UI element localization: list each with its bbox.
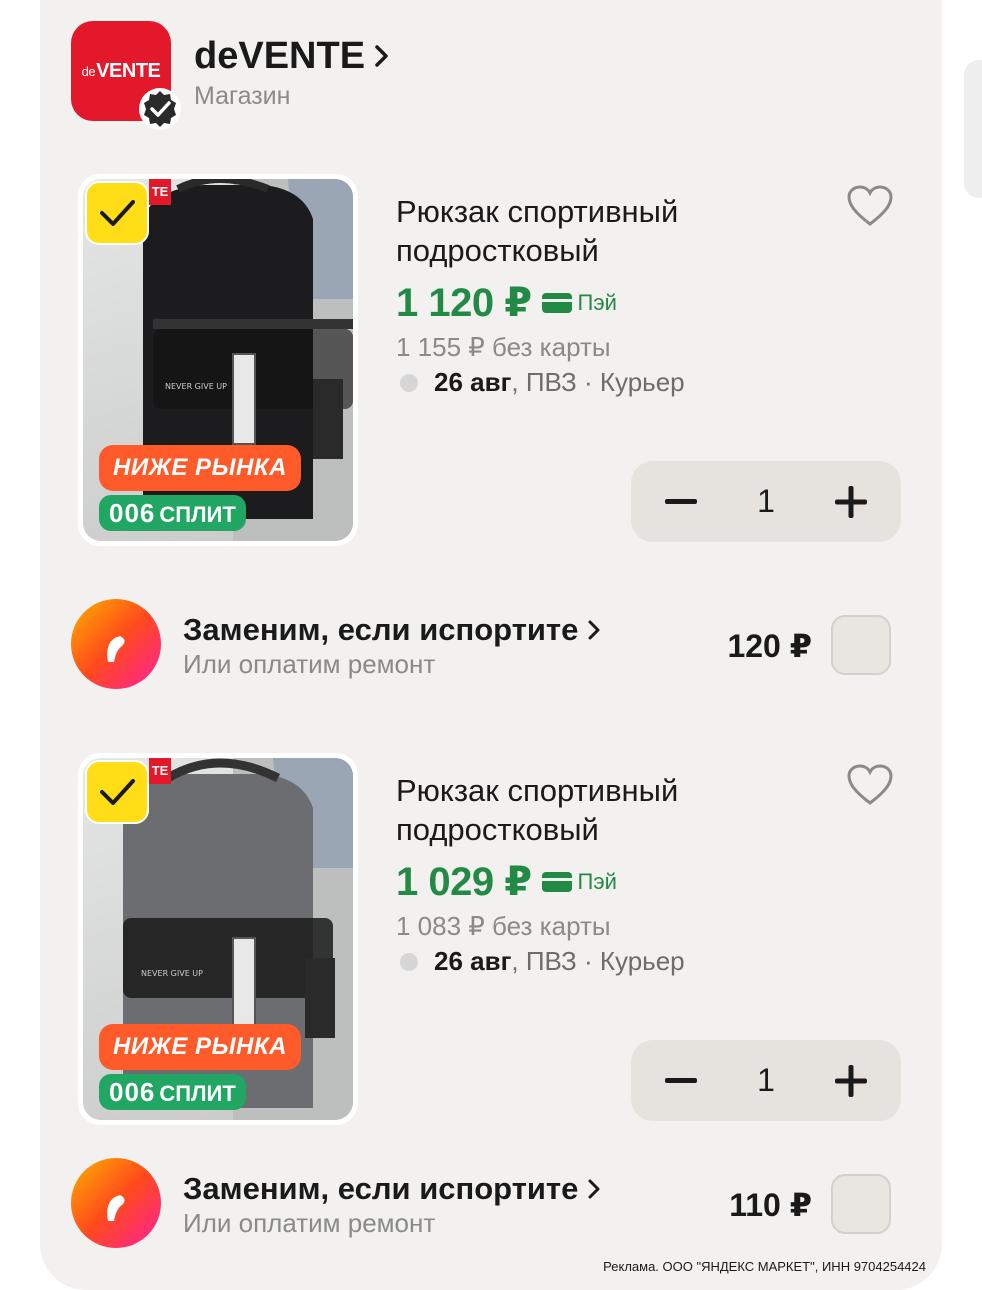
favorite-heart-icon[interactable] xyxy=(846,763,894,807)
product-title[interactable]: Рюкзак спортивный подростковый xyxy=(396,771,756,849)
insurance-title: Заменим, если испортите xyxy=(183,612,579,647)
pay-card-icon xyxy=(541,293,572,313)
split-badge: 006 СПЛИТ xyxy=(99,495,246,531)
price-without-card: 1 083 ₽ без карты xyxy=(396,911,611,941)
product-image: NEVER GIVE UP TE НИЖЕ РЫНКА 006 СПЛИТ xyxy=(83,179,353,541)
select-checkbox[interactable] xyxy=(85,181,149,245)
chevron-right-icon xyxy=(588,620,600,640)
chevron-right-icon xyxy=(375,45,388,67)
insurance-option: Заменим, если испортите Или оплатим ремо… xyxy=(0,1157,982,1257)
product-title-line2: подростковый xyxy=(396,812,599,847)
product-title-line1: Рюкзак спортивный xyxy=(396,194,679,229)
decrease-button[interactable] xyxy=(661,482,701,522)
product-photo[interactable]: NEVER GIVE UP TE НИЖЕ РЫНКА 006 СПЛИТ xyxy=(78,174,358,546)
insurance-title-link[interactable]: Заменим, если испортите xyxy=(183,1171,600,1207)
insurance-title-link[interactable]: Заменим, если испортите xyxy=(183,612,600,648)
yandex-plus-logo-icon xyxy=(71,1158,161,1248)
decrease-button[interactable] xyxy=(661,1061,701,1101)
plus-icon xyxy=(834,1064,867,1097)
shop-type: Магазин xyxy=(194,82,291,110)
verified-badge-icon xyxy=(139,88,181,130)
increase-button[interactable] xyxy=(831,482,871,522)
insurance-price: 110 ₽ xyxy=(729,1187,812,1223)
split-badge-number: 006 xyxy=(109,1077,156,1107)
insurance-title: Заменим, если испортите xyxy=(183,1171,579,1206)
split-badge-text: СПЛИТ xyxy=(159,1081,236,1106)
brand-tag: TE xyxy=(149,758,171,784)
shop-logo-text: VENTE xyxy=(96,59,161,82)
below-market-badge: НИЖЕ РЫНКА xyxy=(99,1024,301,1070)
delivery-methods: , ПВЗ · Курьер xyxy=(511,946,685,976)
minus-icon xyxy=(665,1077,697,1083)
pay-card-icon xyxy=(541,872,572,892)
insurance-option: Заменим, если испортите Или оплатим ремо… xyxy=(0,598,982,698)
insurance-checkbox[interactable] xyxy=(831,615,891,675)
price-row: 1 029 ₽ Пэй xyxy=(396,859,617,905)
delivery-dot-icon xyxy=(400,952,418,971)
brand-tag: TE xyxy=(149,179,171,205)
insurance-price: 120 ₽ xyxy=(727,628,812,664)
quantity-stepper: 1 xyxy=(631,461,901,542)
product-photo[interactable]: NEVER GIVE UP TE НИЖЕ РЫНКА 006 СПЛИТ xyxy=(78,753,358,1125)
split-badge-number: 006 xyxy=(109,498,156,528)
product-price: 1 029 ₽ xyxy=(396,860,532,904)
delivery-dot-icon xyxy=(400,373,418,392)
increase-button[interactable] xyxy=(831,1061,871,1101)
checkmark-icon xyxy=(100,779,135,805)
pay-label: Пэй xyxy=(577,869,617,894)
favorite-heart-icon[interactable] xyxy=(846,184,894,228)
ad-disclaimer: Реклама. ООО "ЯНДЕКС МАРКЕТ", ИНН 970425… xyxy=(603,1259,926,1274)
product-image: NEVER GIVE UP TE НИЖЕ РЫНКА 006 СПЛИТ xyxy=(83,758,353,1120)
delivery-date: 26 авг xyxy=(434,367,512,397)
minus-icon xyxy=(665,498,697,504)
insurance-checkbox[interactable] xyxy=(831,1174,891,1234)
plus-icon xyxy=(834,485,867,518)
pay-label: Пэй xyxy=(577,290,617,315)
product-title[interactable]: Рюкзак спортивный подростковый xyxy=(396,192,756,270)
insurance-subtitle: Или оплатим ремонт xyxy=(183,1208,436,1238)
delivery-info: 26 авг, ПВЗ · Курьер xyxy=(400,367,685,398)
delivery-info: 26 авг, ПВЗ · Курьер xyxy=(400,946,685,977)
below-market-badge: НИЖЕ РЫНКА xyxy=(99,445,301,491)
shop-name: deVENTE xyxy=(194,35,366,77)
insurance-subtitle: Или оплатим ремонт xyxy=(183,649,436,679)
delivery-methods: , ПВЗ · Курьер xyxy=(511,367,685,397)
shop-name-link[interactable]: deVENTE xyxy=(194,34,389,78)
split-badge: 006 СПЛИТ xyxy=(99,1074,246,1110)
quantity-value: 1 xyxy=(757,483,775,519)
split-badge-text: СПЛИТ xyxy=(159,502,236,527)
select-checkbox[interactable] xyxy=(85,760,149,824)
cart-item: NEVER GIVE UP TE НИЖЕ РЫНКА 006 СПЛИТ Рюк… xyxy=(0,174,982,554)
quantity-value: 1 xyxy=(757,1062,775,1098)
product-title-line2: подростковый xyxy=(396,233,599,268)
svg-text:NEVER GIVE UP: NEVER GIVE UP xyxy=(165,382,227,391)
yandex-plus-logo-icon xyxy=(71,599,161,689)
svg-text:NEVER GIVE UP: NEVER GIVE UP xyxy=(141,969,203,978)
product-title-line1: Рюкзак спортивный xyxy=(396,773,679,808)
delivery-date: 26 авг xyxy=(434,946,512,976)
shop-logo-prefix: de xyxy=(81,63,96,79)
price-without-card: 1 155 ₽ без карты xyxy=(396,332,611,362)
product-price: 1 120 ₽ xyxy=(396,281,532,325)
checkmark-icon xyxy=(100,200,135,226)
quantity-stepper: 1 xyxy=(631,1040,901,1121)
cart-item: NEVER GIVE UP TE НИЖЕ РЫНКА 006 СПЛИТ Рюк… xyxy=(0,753,982,1133)
chevron-right-icon xyxy=(588,1179,600,1199)
price-row: 1 120 ₽ Пэй xyxy=(396,280,617,326)
